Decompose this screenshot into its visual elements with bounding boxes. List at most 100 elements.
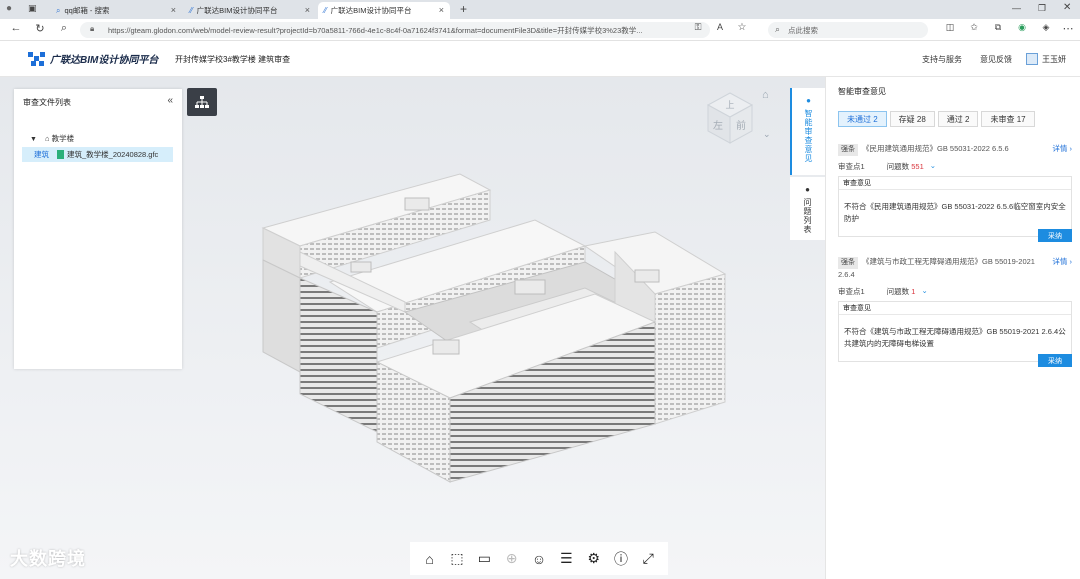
browser-search-field[interactable]: ⌕ 点此搜索: [768, 22, 928, 38]
collections-icon[interactable]: ⧉: [990, 22, 1006, 33]
cube-top-label: 上: [725, 100, 734, 111]
chevron-down-icon[interactable]: ⌄: [930, 161, 936, 172]
lock-icon: 🔒︎: [90, 24, 95, 33]
mandatory-tag: 强条: [838, 257, 858, 269]
person-icon[interactable]: ☺: [528, 551, 550, 567]
tab-glodon-1[interactable]: ⁄⁄ 广联达BIM设计协同平台 ×: [184, 2, 316, 19]
profile-icon[interactable]: ●: [6, 3, 12, 14]
search-icon: ⌕: [56, 5, 61, 15]
close-icon[interactable]: ×: [171, 5, 176, 15]
review-issue: 强条 《民用建筑通用规范》GB 55031-2022 6.5.6 详情 › 审查点…: [838, 143, 1072, 242]
problem-count: 问题数 1: [887, 286, 916, 297]
panel-title: 智能审查意见: [838, 87, 886, 96]
watermark: 大数跨境: [10, 549, 86, 569]
reload-icon[interactable]: ↻: [32, 22, 48, 35]
extension-icon[interactable]: ◉: [1014, 22, 1030, 33]
caret-down-icon[interactable]: ▼: [30, 136, 37, 143]
user-name[interactable]: 王玉妍: [1042, 54, 1066, 65]
tree-file-item[interactable]: 建筑 建筑_教学楼_20240828.gfc: [22, 147, 173, 162]
adopt-button[interactable]: 采纳: [1038, 229, 1072, 242]
tab-glodon-2[interactable]: ⁄⁄ 广联达BIM设计协同平台 ×: [318, 2, 450, 19]
properties-icon[interactable]: ☰: [555, 550, 577, 567]
home-icon[interactable]: ⌂: [419, 551, 441, 567]
app-header: 广联达BIM设计协同平台 开封传媒学校3#教学楼 建筑审查 支持与服务 意见反馈…: [0, 41, 1080, 77]
support-link[interactable]: 支持与服务: [922, 54, 962, 65]
filter-failed[interactable]: 未通过 2: [838, 111, 887, 127]
read-aloud-icon[interactable]: A: [712, 22, 728, 32]
opinion-text: 不符合《建筑与市政工程无障碍通用规范》GB 55019-2021 2.6.4公共…: [844, 327, 1066, 348]
tab-actions-icon[interactable]: ▣: [28, 3, 37, 14]
info-icon[interactable]: ⓘ: [610, 549, 632, 569]
file-name: 建筑_教学楼_20240828.gfc: [67, 150, 159, 159]
review-issue: 强条 《建筑与市政工程无障碍通用规范》GB 55019-2021 2.6.4 详情…: [838, 256, 1072, 367]
avatar[interactable]: [1026, 53, 1038, 65]
file-discipline-tag: 建筑: [34, 150, 49, 159]
breadcrumb: 开封传媒学校3#教学楼 建筑审查: [175, 55, 291, 64]
detail-link[interactable]: 详情 ›: [1052, 143, 1072, 155]
detail-link[interactable]: 详情 ›: [1052, 256, 1072, 268]
header-actions: 支持与服务 意见反馈 王玉妍: [904, 53, 1066, 65]
building-model[interactable]: [255, 162, 775, 497]
settings-icon[interactable]: ⚙: [583, 550, 605, 567]
cube-front-label: 前: [736, 119, 746, 132]
filter-doubtful[interactable]: 存疑 28: [889, 111, 935, 127]
url-field[interactable]: 🔒︎ https://gteam.glodon.com/web/model-re…: [80, 22, 710, 38]
password-key-icon[interactable]: ⚿: [690, 22, 706, 33]
tree-node-building[interactable]: ▼ ⌂ 教学楼: [30, 133, 74, 144]
collapse-panel-button[interactable]: «: [167, 95, 173, 106]
section-box-icon[interactable]: ⬚: [446, 550, 468, 567]
tab-qq-mail[interactable]: ⌕ qq邮箱 - 搜索 ×: [50, 2, 182, 19]
review-file-panel: 审查文件列表 « ▼ ⌂ 教学楼 建筑 建筑_教学楼_20240828.gfc: [14, 89, 182, 369]
app-logo-text: 广联达BIM设计协同平台: [50, 55, 159, 66]
model-tree-button[interactable]: [187, 88, 217, 116]
window-close-icon[interactable]: ✕: [1063, 2, 1071, 13]
favorites-icon[interactable]: ✩: [966, 22, 982, 33]
issue-clause-row: 强条 《民用建筑通用规范》GB 55031-2022 6.5.6 详情 ›: [838, 143, 1072, 156]
issue-point-row: 审查点1 问题数 1 ⌄: [838, 286, 1072, 297]
new-tab-button[interactable]: +: [460, 2, 467, 16]
panel-title: 审查文件列表: [23, 98, 71, 107]
adopt-button[interactable]: 采纳: [1038, 354, 1072, 367]
measure-icon[interactable]: ▭: [473, 550, 495, 567]
browser-address-bar: ← ↻ ⌕ 🔒︎ https://gteam.glodon.com/web/mo…: [0, 19, 1080, 41]
maximize-icon[interactable]: ❐: [1038, 3, 1046, 14]
more-menu-icon[interactable]: ⋯: [1060, 22, 1076, 35]
explode-icon[interactable]: ⊕: [501, 550, 523, 567]
tab-label: 问题列表: [803, 198, 812, 234]
search-placeholder: 点此搜索: [788, 25, 818, 35]
cube-left-label: 左: [713, 119, 723, 132]
tree-node-label: 教学楼: [51, 134, 75, 143]
fullscreen-icon[interactable]: ⤢: [637, 550, 659, 567]
app-logo[interactable]: 广联达BIM设计协同平台: [28, 51, 158, 66]
search-icon[interactable]: ⌕: [56, 22, 72, 35]
home-view-icon[interactable]: ⌂: [762, 89, 769, 101]
issue-point-row: 审查点1 问题数 551 ⌄: [838, 161, 1072, 172]
chevron-down-icon[interactable]: ⌄: [921, 286, 927, 297]
feedback-link[interactable]: 意见反馈: [980, 54, 1012, 65]
close-icon[interactable]: ×: [439, 5, 444, 15]
browser-tab-bar: ● ▣ ⌕ qq邮箱 - 搜索 × ⁄⁄ 广联达BIM设计协同平台 × ⁄⁄ 广…: [0, 0, 1080, 19]
review-point: 审查点1: [838, 287, 865, 296]
detail-label: 详情: [1052, 257, 1068, 266]
close-icon[interactable]: ×: [305, 5, 310, 15]
side-tabs: ● 智能审查意见 ● 问题列表: [790, 88, 825, 240]
filter-unreviewed[interactable]: 未审查 17: [981, 111, 1035, 127]
split-screen-icon[interactable]: ◫: [942, 22, 958, 33]
problem-count-label: 问题数: [886, 287, 910, 296]
opinion-title: 审查意见: [839, 302, 1071, 315]
view-cube[interactable]: 上 左 前: [700, 89, 760, 149]
favorite-star-icon[interactable]: ☆: [734, 22, 750, 33]
cube-down-icon[interactable]: ⌄: [763, 129, 771, 140]
back-icon[interactable]: ←: [8, 22, 24, 34]
model-viewer[interactable]: 审查文件列表 « ▼ ⌂ 教学楼 建筑 建筑_教学楼_20240828.gfc …: [0, 77, 825, 579]
tab-issue-list[interactable]: ● 问题列表: [790, 177, 825, 240]
chevron-right-icon: ›: [1069, 257, 1073, 266]
minimize-icon[interactable]: —: [1012, 3, 1021, 13]
tab-smart-review[interactable]: ● 智能审查意见: [790, 88, 825, 175]
shield-icon[interactable]: ◈: [1038, 22, 1054, 33]
opinion-box: 审查意见 不符合《民用建筑通用规范》GB 55031-2022 6.5.6临空窗…: [838, 176, 1072, 237]
hierarchy-icon: [195, 96, 209, 108]
glodon-logo-icon: [28, 51, 46, 66]
filter-passed[interactable]: 通过 2: [937, 111, 979, 127]
problem-count: 问题数 551: [887, 161, 924, 172]
